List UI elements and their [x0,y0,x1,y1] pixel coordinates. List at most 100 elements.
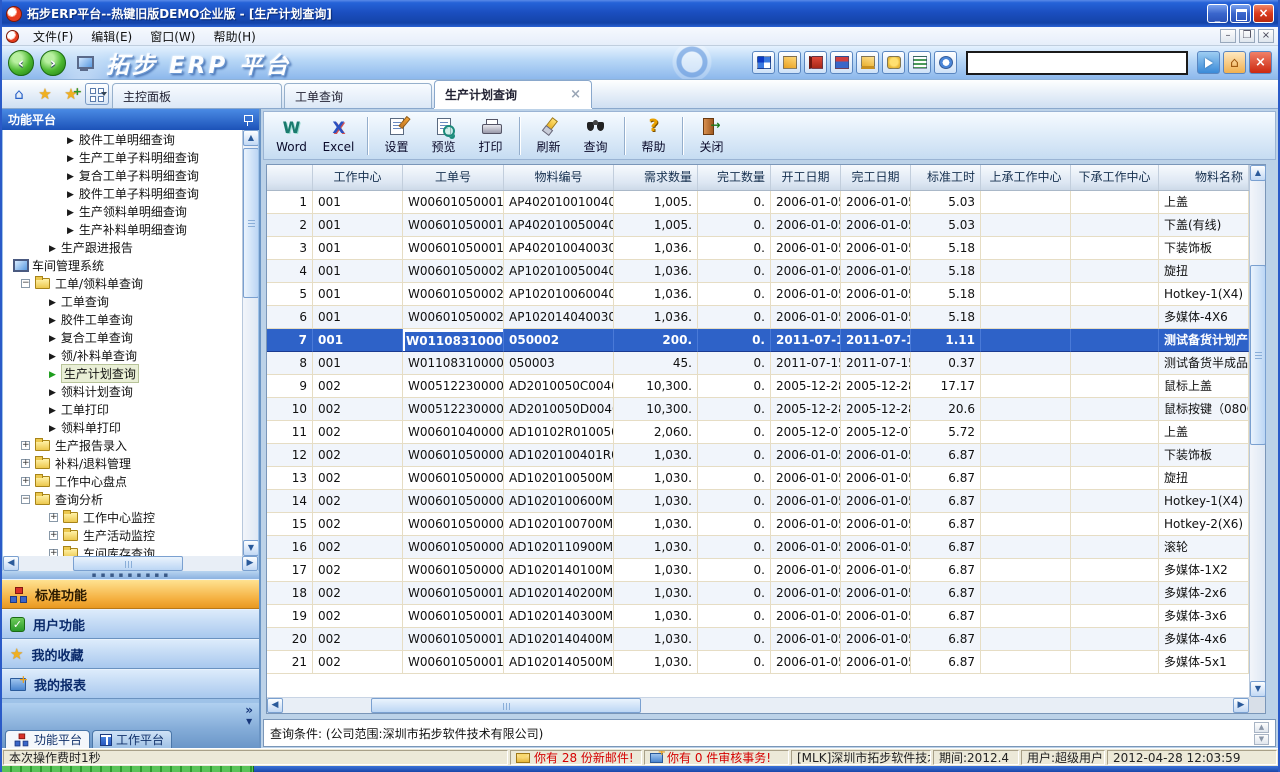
tree-item[interactable]: 复合工单子料明细查询 [3,166,258,184]
menu-help[interactable]: 帮助(H) [204,28,264,45]
tree-item[interactable]: 车间管理系统 [3,256,258,274]
tree-item[interactable]: +工作中心盘点 [3,472,258,490]
table-row[interactable]: 12002W006010500004AD1020100401R001,030.0… [267,444,1249,467]
exit-app-button[interactable]: × [1249,51,1272,74]
column-header[interactable] [267,165,313,190]
column-header[interactable]: 开工日期 [771,165,841,190]
query-button[interactable]: 查询 [572,114,619,158]
expand-icon[interactable]: + [49,531,58,540]
column-header[interactable]: 物料编号 [504,165,614,190]
expand-icon[interactable]: + [21,441,30,450]
column-header[interactable]: 完工数量 [698,165,771,190]
tree-item[interactable]: +车间库存查询 [3,544,258,556]
table-row[interactable]: 16002W006010500008AD1020110900M001,030.0… [267,536,1249,559]
tree-item[interactable]: −工单/领料单查询 [3,274,258,292]
star-add-icon[interactable]: ★ [60,83,82,105]
column-header[interactable]: 下承工作中心 [1071,165,1159,190]
grid-hscroll-thumb[interactable] [371,698,641,713]
grid-scroll-thumb[interactable] [1250,265,1266,445]
layout-grid-button[interactable] [85,83,109,105]
collapse-icon[interactable]: − [21,279,30,288]
status-mail[interactable]: 你有 28 份新邮件! [510,750,642,765]
tree-item[interactable]: 领/补料单查询 [3,346,258,364]
table-row[interactable]: 6001W006010500022AP10201404003001,036.0.… [267,306,1249,329]
mdi-restore-button[interactable]: ❐ [1239,29,1255,43]
expand-icon[interactable]: + [49,513,58,522]
org-chart-icon[interactable] [830,51,853,74]
address-book-icon[interactable] [908,51,931,74]
table-row[interactable]: 1001W006010500015AP40201001004001,005.0.… [267,191,1249,214]
table-row[interactable]: 3001W006010500019AP40201004003001,036.0.… [267,237,1249,260]
panel-my-favorites[interactable]: ★ 我的收藏 [2,639,259,669]
preview-button[interactable]: 预览 [420,114,467,158]
tab-2[interactable]: 工单查询 [284,83,432,108]
close-button[interactable]: × [1253,4,1274,23]
word-export-button[interactable]: WWord [268,114,315,158]
tree-item[interactable]: +生产报告录入 [3,436,258,454]
home-icon[interactable]: ⌂ [8,83,30,105]
tree-item[interactable]: +生产活动监控 [3,526,258,544]
table-row[interactable]: 18002W006010500010AD1020140200M001,030.0… [267,582,1249,605]
settings-button[interactable]: 设置 [373,114,420,158]
status-audit[interactable]: 你有 0 件审核事务! [644,750,789,765]
panel-user-functions[interactable]: ✓ 用户功能 [2,609,259,639]
table-row[interactable]: 4001W006010500020AP10201005004001,036.0.… [267,260,1249,283]
tab-close-icon[interactable]: × [562,87,581,102]
print-button[interactable]: 打印 [467,114,514,158]
tree-item[interactable]: 生产跟进报告 [3,238,258,256]
scroll-down-icon[interactable]: ▼ [243,540,258,556]
folder-add-icon[interactable] [856,51,879,74]
expand-icon[interactable]: + [21,459,30,468]
column-header[interactable]: 工单号 [403,165,504,190]
tree-item[interactable]: +工作中心监控 [3,508,258,526]
notebook-icon[interactable] [804,51,827,74]
table-row[interactable]: 15002W006010500007AD1020100700M001,030.0… [267,513,1249,536]
splitter-handle[interactable]: ▪ ▪ ▪ ▪ ▪ ▪ ▪ ▪ ▪ [2,571,259,579]
tree-item[interactable]: 胶件工单查询 [3,310,258,328]
table-row[interactable]: 8001W01108310000205000345.0.2011-07-1520… [267,352,1249,375]
tree-item[interactable]: −查询分析 [3,490,258,508]
tree-item[interactable]: +补料/退料管理 [3,454,258,472]
table-row[interactable]: 7001W011083100001050002200.0.2011-07-152… [267,329,1249,352]
table-row[interactable]: 19002W006010500011AD1020140300M001,030.0… [267,605,1249,628]
scroll-right-icon[interactable]: ▶ [1233,698,1249,713]
tree-item[interactable]: 领料计划查询 [3,382,258,400]
menu-file[interactable]: 文件(F) [24,28,82,45]
more-panels-icon[interactable]: »▾ [245,705,253,727]
menu-window[interactable]: 窗口(W) [141,28,204,45]
tree-scroll-thumb[interactable] [243,148,258,298]
clock-icon[interactable] [934,51,957,74]
search-input[interactable] [966,51,1188,75]
expand-icon[interactable]: + [21,477,30,486]
table-row[interactable]: 2001W006010500016AP40201005004001,005.0.… [267,214,1249,237]
table-row[interactable]: 14002W006010500006AD1020100600M001,030.0… [267,490,1249,513]
menu-edit[interactable]: 编辑(E) [82,28,141,45]
home-exit-button[interactable]: ⌂ [1223,51,1246,74]
editing-cell[interactable]: W011083100001 [403,329,504,352]
back-icon[interactable]: ‹ [8,50,34,76]
tree-item[interactable]: 领料单打印 [3,418,258,436]
collapse-icon[interactable]: − [21,495,30,504]
tree-item[interactable]: 胶件工单明细查询 [3,130,258,148]
column-header[interactable]: 上承工作中心 [981,165,1071,190]
panel-my-reports[interactable]: 我的报表 [2,669,259,699]
tree-item[interactable]: 生产计划查询 [3,364,258,382]
folder-up-icon[interactable] [778,51,801,74]
table-row[interactable]: 13002W006010500005AD1020100500M001,030.0… [267,467,1249,490]
tree-item[interactable]: 工单打印 [3,400,258,418]
scroll-down-icon[interactable]: ▼ [1250,681,1266,697]
panel-icon[interactable] [752,51,775,74]
computer-icon[interactable] [76,55,92,71]
tree-vertical-scrollbar[interactable]: ▲ ▼ [242,130,258,556]
table-row[interactable]: 11002W006010400004AD10102R01005002,060.0… [267,421,1249,444]
column-header[interactable]: 标准工时 [911,165,981,190]
table-row[interactable]: 17002W006010500009AD1020140100M001,030.0… [267,559,1249,582]
run-search-button[interactable] [1197,51,1220,74]
scroll-up-icon[interactable]: ▲ [1250,165,1266,181]
favorite-star-icon[interactable] [882,51,905,74]
panel-standard-functions[interactable]: 标准功能 [2,579,259,609]
table-row[interactable]: 5001W006010500021AP10201006004001,036.0.… [267,283,1249,306]
scroll-left-icon[interactable]: ◀ [3,556,19,571]
close-view-button[interactable]: 关闭 [688,114,735,158]
tree-item[interactable]: 生产领料单明细查询 [3,202,258,220]
